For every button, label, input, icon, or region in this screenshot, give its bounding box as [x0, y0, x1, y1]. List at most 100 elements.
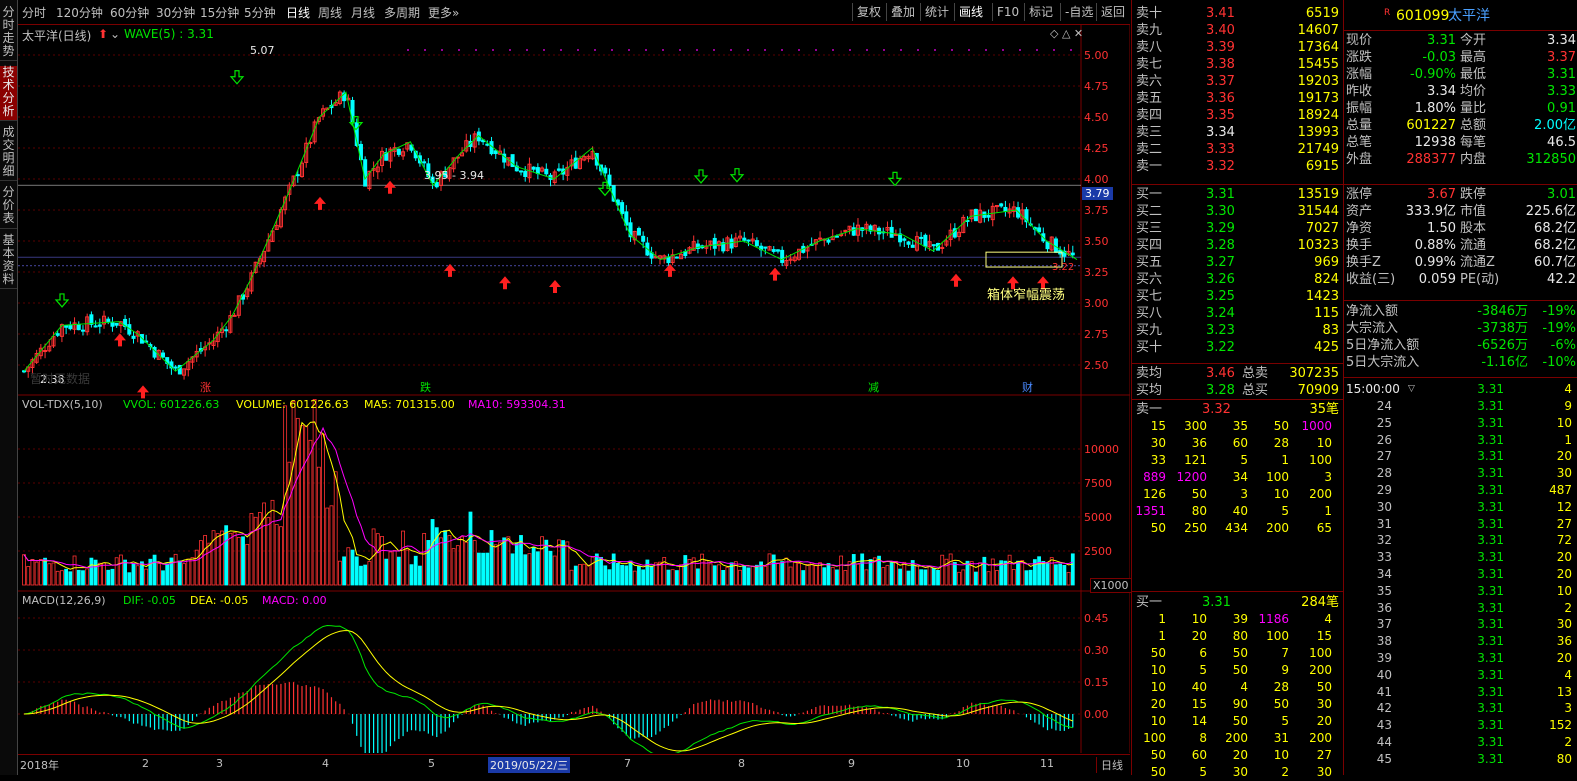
adjust-button[interactable]: 复权 [852, 3, 885, 21]
stats-button[interactable]: 统计 [920, 3, 953, 21]
tab-trades[interactable]: 成交明细 [0, 126, 17, 181]
queue-cell: 100 [1309, 646, 1332, 660]
back-button[interactable]: 返回 [1096, 3, 1129, 21]
volume-bar [333, 471, 338, 586]
ask-label: 卖八 [1136, 40, 1163, 55]
candle-body [224, 329, 229, 332]
bid-label: 买六 [1136, 272, 1163, 287]
remove-watchlist-button[interactable]: -自选 [1060, 3, 1097, 21]
quote-value: 3.37 [1547, 50, 1576, 65]
macd-dea: DEA: -0.05 [190, 594, 249, 607]
volume-bar [354, 556, 359, 586]
bid-price: 3.25 [1206, 289, 1235, 304]
f10-button[interactable]: F10 [992, 3, 1023, 21]
x-label-2018: 2018年 [20, 759, 59, 772]
tab-price-table[interactable]: 分价表 [0, 186, 17, 229]
signal-dot [458, 49, 460, 51]
settings-circle-icon[interactable]: ⌄ [110, 27, 120, 41]
ask-row[interactable]: 卖三 3.34 13993 [1132, 124, 1343, 141]
buy-arrow-icon [950, 273, 962, 287]
x-axis: 2018年 2 3 4 5 2019/05/22/三 7 8 9 10 11 日… [18, 754, 1130, 776]
draw-button[interactable]: 画线 [954, 3, 987, 21]
candle-body [43, 350, 48, 353]
bid-label: 买一 [1136, 187, 1163, 202]
period-multi[interactable]: 多周期 [384, 4, 420, 21]
ask-row[interactable]: 卖一 3.32 6915 [1132, 158, 1343, 175]
queue-cell: 250 [1184, 521, 1207, 535]
tick-volume: 36 [1556, 634, 1572, 649]
ask-row[interactable]: 卖九 3.40 14607 [1132, 22, 1343, 39]
queue-cell: 126 [1143, 487, 1166, 501]
bid-row[interactable]: 买三 3.29 7027 [1132, 220, 1343, 237]
flow-pct: -10% [1542, 355, 1576, 370]
queue-cell: 80 [1232, 629, 1248, 643]
volume-bar [161, 570, 165, 586]
period-daily-button[interactable]: 日线 [1096, 757, 1123, 773]
queue-cell: 30 [1316, 697, 1332, 711]
bid-row[interactable]: 买九 3.23 83 [1132, 322, 1343, 339]
volume-bar [476, 552, 481, 586]
queue-cell: 121 [1184, 453, 1207, 467]
queue-cell: 10 [1273, 487, 1289, 501]
bid-row[interactable]: 买四 3.28 10323 [1132, 237, 1343, 254]
queue-row: 126 50 3 10 200 [1132, 486, 1343, 503]
tick-price: 3.31 [1477, 399, 1504, 413]
period-120min[interactable]: 120分钟 [56, 4, 103, 21]
tab-fundamentals[interactable]: 基本资料 [0, 234, 17, 289]
bid-label: 买四 [1136, 238, 1163, 253]
tick-price: 3.31 [1477, 701, 1504, 716]
ask-row[interactable]: 卖十 3.41 6519 [1132, 5, 1343, 22]
volume-bar [89, 557, 94, 586]
queue-cell: 50 [1316, 680, 1332, 694]
period-intraday[interactable]: 分时 [22, 4, 46, 21]
period-30min[interactable]: 30分钟 [156, 4, 195, 21]
bid-row[interactable]: 买十 3.22 425 [1132, 339, 1343, 356]
ask-label: 卖五 [1136, 91, 1163, 106]
bid-row[interactable]: 买五 3.27 969 [1132, 254, 1343, 271]
ask-row[interactable]: 卖七 3.38 15455 [1132, 56, 1343, 73]
volume-bar [927, 566, 932, 586]
volume-bar [367, 561, 372, 586]
queue-cell: 65 [1316, 521, 1332, 535]
ask-row[interactable]: 卖四 3.35 18924 [1132, 107, 1343, 124]
period-5min[interactable]: 5分钟 [244, 4, 276, 21]
x-label-jul: 7 [624, 757, 631, 770]
tick-minute: 32 [1376, 533, 1392, 548]
bid-row[interactable]: 买八 3.24 115 [1132, 305, 1343, 322]
period-monthly[interactable]: 月线 [351, 4, 375, 21]
queue-row: 50 250 434 200 65 [1132, 520, 1343, 537]
ask-row[interactable]: 卖八 3.39 17364 [1132, 39, 1343, 56]
overlay-button[interactable]: 叠加 [886, 3, 919, 21]
period-weekly[interactable]: 周线 [318, 4, 342, 21]
volume-bar [569, 569, 574, 586]
ask-row[interactable]: 卖五 3.36 19173 [1132, 90, 1343, 107]
bid-row[interactable]: 买七 3.25 1423 [1132, 288, 1343, 305]
bid-row[interactable]: 买二 3.30 31544 [1132, 203, 1343, 220]
chart-toggle-icons[interactable]: ◇ △ ✕ [1050, 27, 1083, 40]
volume-bar [55, 570, 60, 586]
period-daily[interactable]: 日线 [286, 4, 310, 21]
volume-bar [620, 564, 625, 586]
volume-tick: 7500 [1084, 477, 1112, 490]
ask-row[interactable]: 卖六 3.37 19203 [1132, 73, 1343, 90]
ask-row[interactable]: 卖二 3.33 21749 [1132, 141, 1343, 158]
queue-label: 卖一 [1136, 402, 1163, 417]
period-60min[interactable]: 60分钟 [110, 4, 149, 21]
volume-bar [447, 535, 452, 586]
bid-row[interactable]: 买一 3.31 13519 [1132, 186, 1343, 203]
volume-bar [776, 562, 780, 586]
tick-minute: 44 [1376, 735, 1392, 749]
mark-button[interactable]: 标记 [1024, 3, 1057, 21]
period-15min[interactable]: 15分钟 [200, 4, 239, 21]
period-more[interactable]: 更多» [428, 4, 459, 21]
bid-price: 3.26 [1206, 272, 1235, 287]
quote-row: 资产 333.9亿 市值 225.6亿 [1344, 203, 1577, 220]
kline-chart[interactable]: 5.00 4.75 4.50 4.25 4.00 3.75 3.50 3.25 3.00 2.75… [18, 25, 1130, 753]
queue-cell: 200 [1266, 521, 1289, 535]
signal-dot [628, 49, 630, 51]
tab-intraday[interactable]: 分时走势 [0, 6, 17, 61]
filter-icon[interactable]: ▽ [1408, 381, 1415, 398]
tab-technical[interactable]: 技术分析 [0, 66, 17, 121]
bid-row[interactable]: 买六 3.26 824 [1132, 271, 1343, 288]
candle-body [110, 321, 115, 327]
